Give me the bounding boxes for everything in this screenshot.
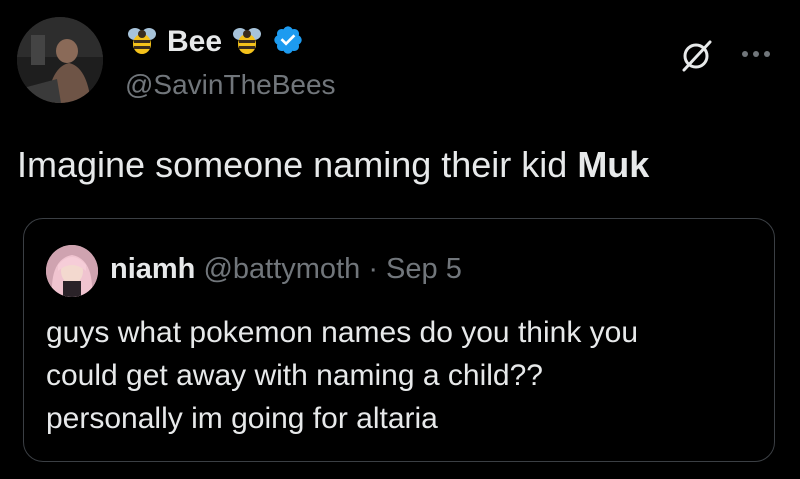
- author-handle[interactable]: @SavinTheBees: [125, 69, 336, 101]
- quoted-tweet-text: guys what pokemon names do you think you…: [46, 311, 746, 440]
- verified-badge-icon[interactable]: [272, 24, 304, 61]
- grok-icon[interactable]: [676, 36, 716, 76]
- tweet-text-main: Imagine someone naming their kid: [17, 144, 578, 185]
- tweet-text-bold: Muk: [577, 144, 650, 185]
- avatar-photo: [17, 17, 103, 103]
- quoted-text-line: guys what pokemon names do you think you: [46, 316, 639, 349]
- tweet-text: Imagine someone naming their kid Muk: [17, 144, 649, 186]
- quoted-tweet-header: niamh @battymoth · Sep 5: [110, 253, 462, 286]
- bee-emoji-icon: [230, 25, 264, 60]
- author-display-name[interactable]: Bee: [167, 25, 222, 59]
- more-options-icon[interactable]: [736, 34, 776, 74]
- meta-separator: ·: [368, 253, 378, 285]
- quoted-author-name[interactable]: niamh: [110, 253, 195, 285]
- quoted-tweet-card[interactable]: niamh @battymoth · Sep 5 guys what pokem…: [23, 218, 775, 462]
- quoted-author-handle[interactable]: @battymoth: [203, 253, 360, 285]
- quoted-text-line: could get away with naming a child??: [46, 359, 543, 392]
- quoted-author-avatar[interactable]: [46, 245, 98, 297]
- bee-emoji-icon: [125, 25, 159, 60]
- quoted-text-line: personally im going for altaria: [46, 402, 438, 435]
- quoted-tweet-date[interactable]: Sep 5: [386, 253, 462, 285]
- author-avatar[interactable]: [17, 17, 103, 103]
- author-name-row: Bee: [125, 22, 304, 62]
- quoted-avatar-photo: [46, 245, 98, 297]
